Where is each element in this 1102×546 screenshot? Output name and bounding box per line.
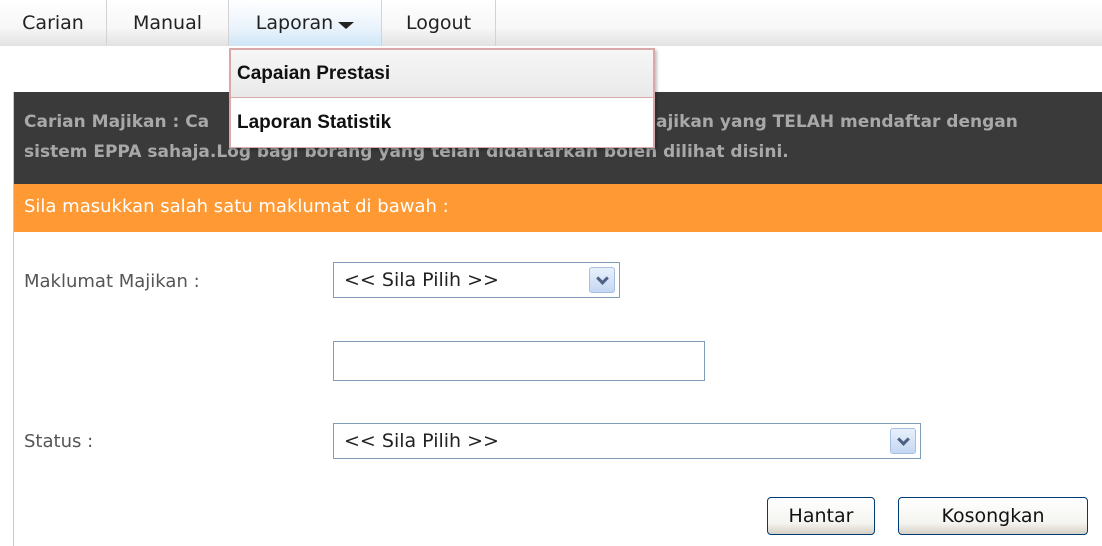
chevron-down-icon[interactable] [589,267,615,293]
search-panel: Carian Majikan : Ca ajikan yang TELAH me… [13,92,1102,546]
status-select-value: << Sila Pilih >> [344,430,499,452]
kosongkan-button[interactable]: Kosongkan [898,497,1088,535]
majikan-input[interactable] [333,341,705,381]
majikan-select-value: << Sila Pilih >> [344,269,499,291]
majikan-select[interactable]: << Sila Pilih >> [333,262,620,298]
nav-carian-label: Carian [22,12,84,34]
caret-down-icon [338,21,355,29]
menu-item-label: Capaian Prestasi [237,62,391,84]
nav-carian[interactable]: Carian [0,0,106,46]
chevron-down-icon[interactable] [890,428,916,454]
nav-logout-label: Logout [405,12,472,34]
top-navbar: Carian Manual Laporan Logout [0,0,1102,46]
nav-manual-label: Manual [132,12,203,34]
nav-laporan-label: Laporan [255,12,334,34]
nav-logout[interactable]: Logout [382,0,495,46]
hantar-button-label: Hantar [788,505,854,527]
menu-item-capaian-prestasi[interactable]: Capaian Prestasi [231,50,653,98]
nav-divider [495,0,496,46]
kosongkan-button-label: Kosongkan [941,505,1045,527]
laporan-dropdown-menu: Capaian Prestasi Laporan Statistik [229,48,655,148]
nav-manual[interactable]: Manual [107,0,228,46]
nav-laporan[interactable]: Laporan [229,0,381,46]
majikan-label: Maklumat Majikan : [24,271,200,292]
menu-item-label: Laporan Statistik [237,112,392,133]
status-label: Status : [24,431,94,452]
header-text-left: Carian Majikan : Ca [24,112,210,132]
instruction-text: Sila masukkan salah satu maklumat di baw… [24,196,449,217]
status-select[interactable]: << Sila Pilih >> [333,423,921,459]
menu-item-laporan-statistik[interactable]: Laporan Statistik [231,99,653,147]
instruction-bar: Sila masukkan salah satu maklumat di baw… [14,184,1102,232]
hantar-button[interactable]: Hantar [767,497,875,535]
header-text-right: ajikan yang TELAH mendaftar dengan [656,112,1018,132]
